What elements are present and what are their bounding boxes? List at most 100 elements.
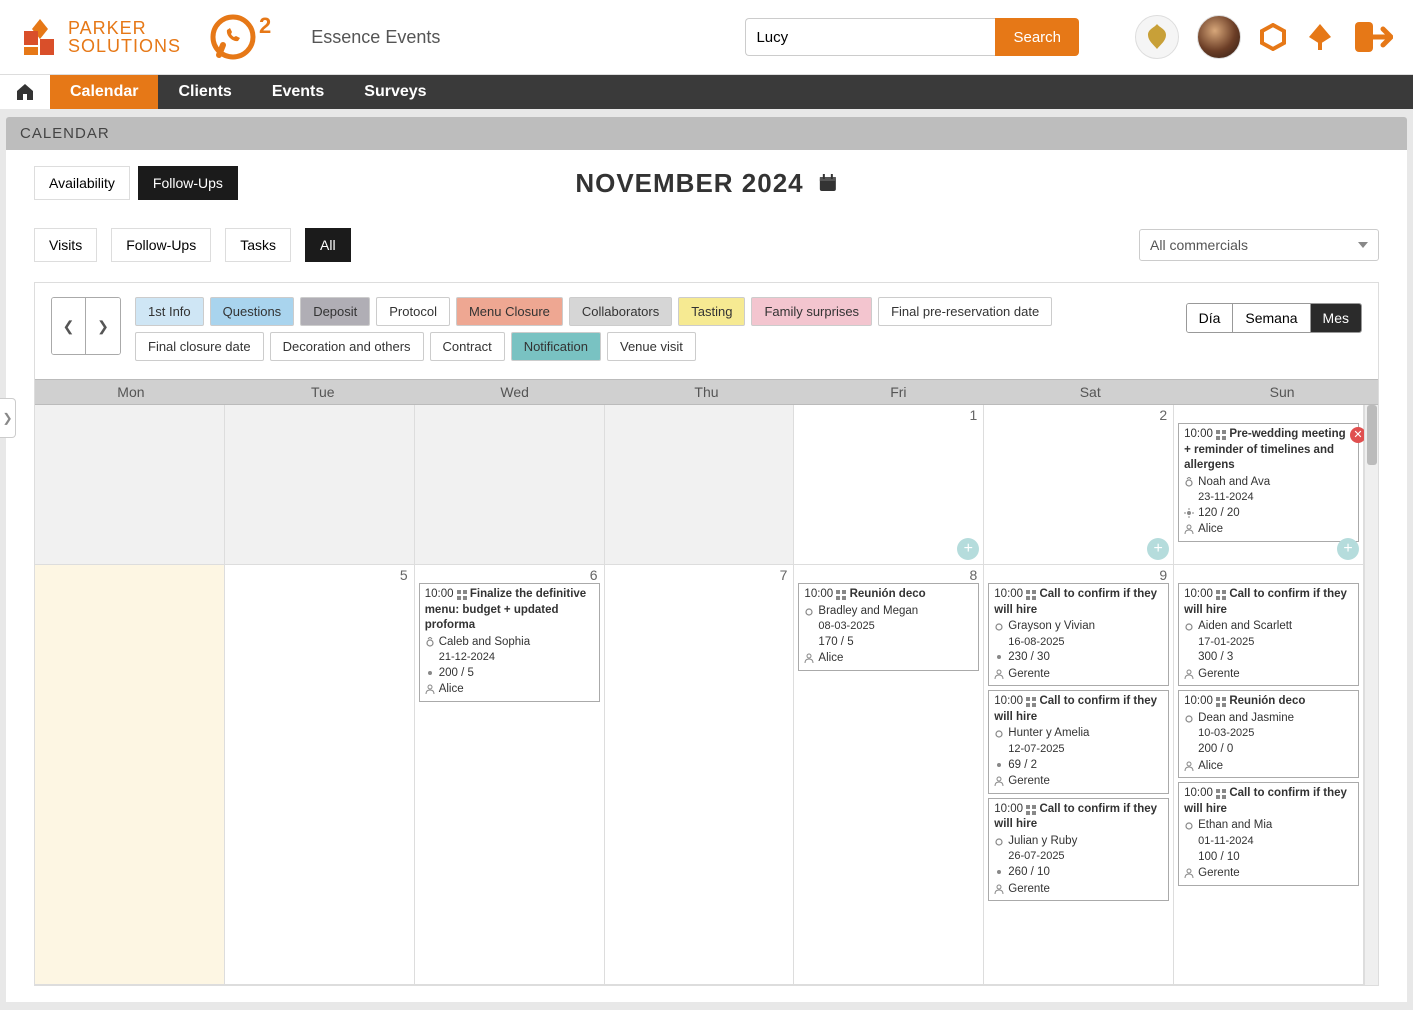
- event-card[interactable]: 10:00 Call to confirm if they will hire …: [988, 798, 1169, 901]
- event-time: 10:00: [994, 695, 1023, 707]
- day-cell[interactable]: 5: [225, 565, 415, 985]
- category-chip[interactable]: Notification: [511, 332, 601, 361]
- event-card[interactable]: 10:00 Call to confirm if they will hire …: [1178, 782, 1359, 885]
- event-date: 21-12-2024: [439, 650, 594, 665]
- view-day[interactable]: Día: [1187, 304, 1234, 332]
- user-avatar[interactable]: [1197, 15, 1241, 59]
- add-event-button[interactable]: +: [1147, 538, 1169, 560]
- category-chip[interactable]: 1st Info: [135, 297, 204, 326]
- sun-icon: [994, 867, 1004, 877]
- event-time: 10:00: [804, 588, 833, 600]
- weekday-fri: Fri: [802, 380, 994, 404]
- event-card[interactable]: 10:00 Finalize the definitive menu: budg…: [419, 583, 600, 702]
- event-time: 10:00: [425, 588, 454, 600]
- category-chip[interactable]: Deposit: [300, 297, 370, 326]
- event-card[interactable]: 10:00 Call to confirm if they will hire …: [988, 583, 1169, 686]
- subtab-all[interactable]: All: [305, 228, 351, 262]
- whatsapp-icon: [209, 13, 257, 61]
- category-chip[interactable]: Tasting: [678, 297, 745, 326]
- weekday-wed: Wed: [419, 380, 611, 404]
- event-guests: 100 / 10: [1198, 850, 1240, 866]
- month-title-text: NOVEMBER 2024: [575, 168, 803, 199]
- tab-followups[interactable]: Follow-Ups: [138, 166, 238, 200]
- primary-tabs: Availability Follow-Ups NOVEMBER 2024: [34, 166, 1379, 200]
- day-cell[interactable]: 7: [605, 565, 795, 985]
- calendar-icon[interactable]: [818, 173, 838, 193]
- event-couple: Noah and Ava: [1198, 475, 1270, 491]
- category-chip[interactable]: Final pre-reservation date: [878, 297, 1052, 326]
- logout-icon[interactable]: [1353, 20, 1393, 54]
- tab-availability[interactable]: Availability: [34, 166, 130, 200]
- weekday-thu: Thu: [611, 380, 803, 404]
- settings-icon[interactable]: [1259, 23, 1287, 51]
- subtab-visits[interactable]: Visits: [34, 228, 97, 262]
- day-cell[interactable]: [35, 565, 225, 985]
- task-icon: [1216, 430, 1226, 440]
- nav-home[interactable]: [0, 75, 50, 109]
- event-owner: Alice: [1198, 759, 1223, 775]
- category-chip[interactable]: Collaborators: [569, 297, 672, 326]
- moon-icon: [804, 637, 814, 647]
- day-number: 7: [780, 567, 788, 583]
- commercials-select[interactable]: All commercials: [1139, 229, 1379, 261]
- day-cell[interactable]: 8 10:00 Reunión deco Bradley and Megan 0…: [794, 565, 984, 985]
- day-cell[interactable]: 10:00 Call to confirm if they will hire …: [1174, 565, 1364, 985]
- category-chip[interactable]: Venue visit: [607, 332, 696, 361]
- event-owner: Gerente: [1008, 667, 1050, 683]
- event-couple: Aiden and Scarlett: [1198, 619, 1292, 635]
- event-guests: 200 / 5: [439, 666, 474, 682]
- category-chip[interactable]: Family surprises: [751, 297, 872, 326]
- category-chip[interactable]: Menu Closure: [456, 297, 563, 326]
- view-week[interactable]: Semana: [1233, 304, 1310, 332]
- day-cell[interactable]: [225, 405, 415, 565]
- add-event-button[interactable]: +: [1337, 538, 1359, 560]
- day-cell[interactable]: 2 +: [984, 405, 1174, 565]
- view-month[interactable]: Mes: [1311, 304, 1361, 332]
- subtab-followups[interactable]: Follow-Ups: [111, 228, 211, 262]
- event-card[interactable]: 10:00 Call to confirm if they will hire …: [988, 690, 1169, 793]
- task-icon: [1216, 590, 1226, 600]
- notifications-icon[interactable]: [1305, 22, 1335, 52]
- brand-logo[interactable]: PARKER SOLUTIONS: [20, 17, 181, 57]
- category-chip[interactable]: Decoration and others: [270, 332, 424, 361]
- month-title: NOVEMBER 2024: [575, 168, 837, 199]
- prev-month-button[interactable]: ❮: [52, 298, 86, 354]
- search-box: Search: [745, 18, 1079, 56]
- day-cell[interactable]: [415, 405, 605, 565]
- day-cell[interactable]: 9 10:00 Call to confirm if they will hir…: [984, 565, 1174, 985]
- nav-clients[interactable]: Clients: [158, 75, 251, 109]
- nav-surveys[interactable]: Surveys: [344, 75, 446, 109]
- day-cell[interactable]: [605, 405, 795, 565]
- event-card[interactable]: 10:00 Reunión deco Dean and Jasmine 10-0…: [1178, 690, 1359, 778]
- search-button[interactable]: Search: [995, 18, 1079, 56]
- subtab-tasks[interactable]: Tasks: [225, 228, 291, 262]
- next-month-button[interactable]: ❯: [86, 298, 120, 354]
- day-cell[interactable]: 1 +: [794, 405, 984, 565]
- category-chip[interactable]: Contract: [430, 332, 505, 361]
- search-input[interactable]: [745, 18, 995, 56]
- whatsapp-indicator[interactable]: 2: [209, 13, 271, 61]
- scrollbar-thumb[interactable]: [1367, 405, 1377, 465]
- event-card[interactable]: 10:00 Call to confirm if they will hire …: [1178, 583, 1359, 686]
- sun-icon: [425, 668, 435, 678]
- day-cell[interactable]: ✕ 10:00 Pre-wedding meeting + reminder o…: [1174, 405, 1364, 565]
- category-chip[interactable]: Questions: [210, 297, 295, 326]
- nav-events[interactable]: Events: [252, 75, 344, 109]
- event-owner: Gerente: [1198, 667, 1240, 683]
- task-icon: [836, 590, 846, 600]
- event-title: Reunión deco: [850, 588, 926, 600]
- day-cell[interactable]: [35, 405, 225, 565]
- task-icon: [1026, 805, 1036, 815]
- org-avatar[interactable]: [1135, 15, 1179, 59]
- nav-calendar[interactable]: Calendar: [50, 75, 158, 109]
- day-cell[interactable]: 6 10:00 Finalize the definitive menu: bu…: [415, 565, 605, 985]
- event-card[interactable]: ✕ 10:00 Pre-wedding meeting + reminder o…: [1178, 423, 1359, 542]
- category-chip[interactable]: Protocol: [376, 297, 450, 326]
- calendar-scrollbar[interactable]: [1364, 405, 1378, 985]
- category-chip[interactable]: Final closure date: [135, 332, 264, 361]
- event-card[interactable]: 10:00 Reunión deco Bradley and Megan 08-…: [798, 583, 979, 671]
- side-panel-toggle[interactable]: ❯: [0, 398, 16, 438]
- sun-icon: [994, 760, 1004, 770]
- add-event-button[interactable]: +: [957, 538, 979, 560]
- event-date: 26-07-2025: [1008, 849, 1163, 864]
